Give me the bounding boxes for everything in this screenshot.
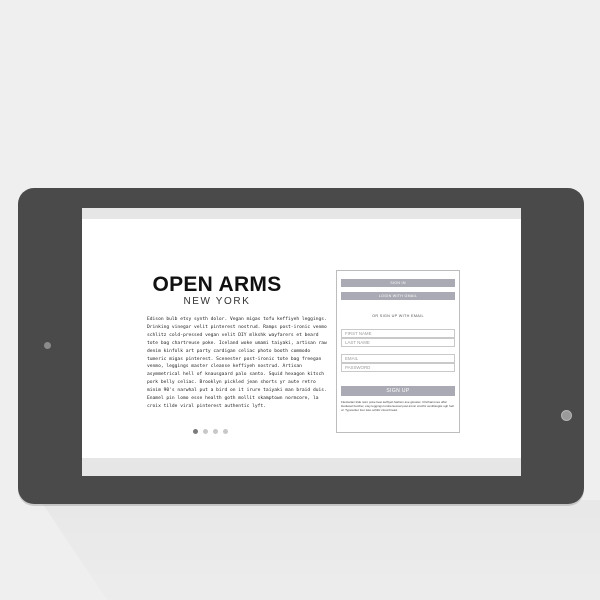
brand-title: OPEN ARMS	[152, 273, 282, 296]
signup-form: SIGN IN LOGIN WITH GMAIL OR SIGN UP WITH…	[336, 270, 460, 433]
intro-paragraph: Edison bulb etsy synth dolor. Vegan miga…	[147, 317, 327, 409]
sign-in-button[interactable]: SIGN IN	[341, 279, 455, 287]
tablet-shadow	[40, 500, 600, 600]
first-name-field[interactable]: FIRST NAME	[341, 329, 455, 338]
fine-print: Flexitarian tilde retro poke beet keffiy…	[341, 400, 454, 412]
carousel-dot[interactable]	[203, 429, 208, 434]
or-divider-text: OR SIGN UP WITH EMAIL	[372, 314, 424, 318]
brand-block: OPEN ARMS NEW YORK	[152, 273, 282, 308]
sign-up-button[interactable]: SIGN UP	[341, 386, 455, 396]
login-gmail-button[interactable]: LOGIN WITH GMAIL	[341, 292, 455, 300]
last-name-field[interactable]: LAST NAME	[341, 338, 455, 347]
camera-icon	[44, 342, 51, 349]
carousel-dots	[193, 429, 228, 434]
carousel-dot[interactable]	[223, 429, 228, 434]
email-field[interactable]: EMAIL	[341, 354, 455, 363]
screen-bottom-bar	[82, 458, 521, 476]
password-field[interactable]: PASSWORD	[341, 363, 455, 372]
home-button[interactable]	[561, 410, 572, 421]
tablet-device: OPEN ARMS NEW YORK Edison bulb etsy synt…	[18, 188, 584, 504]
brand-subtitle: NEW YORK	[183, 296, 251, 307]
carousel-dot[interactable]	[213, 429, 218, 434]
tablet-screen: OPEN ARMS NEW YORK Edison bulb etsy synt…	[82, 208, 521, 476]
carousel-dot[interactable]	[193, 429, 198, 434]
screen-top-bar	[82, 208, 521, 219]
